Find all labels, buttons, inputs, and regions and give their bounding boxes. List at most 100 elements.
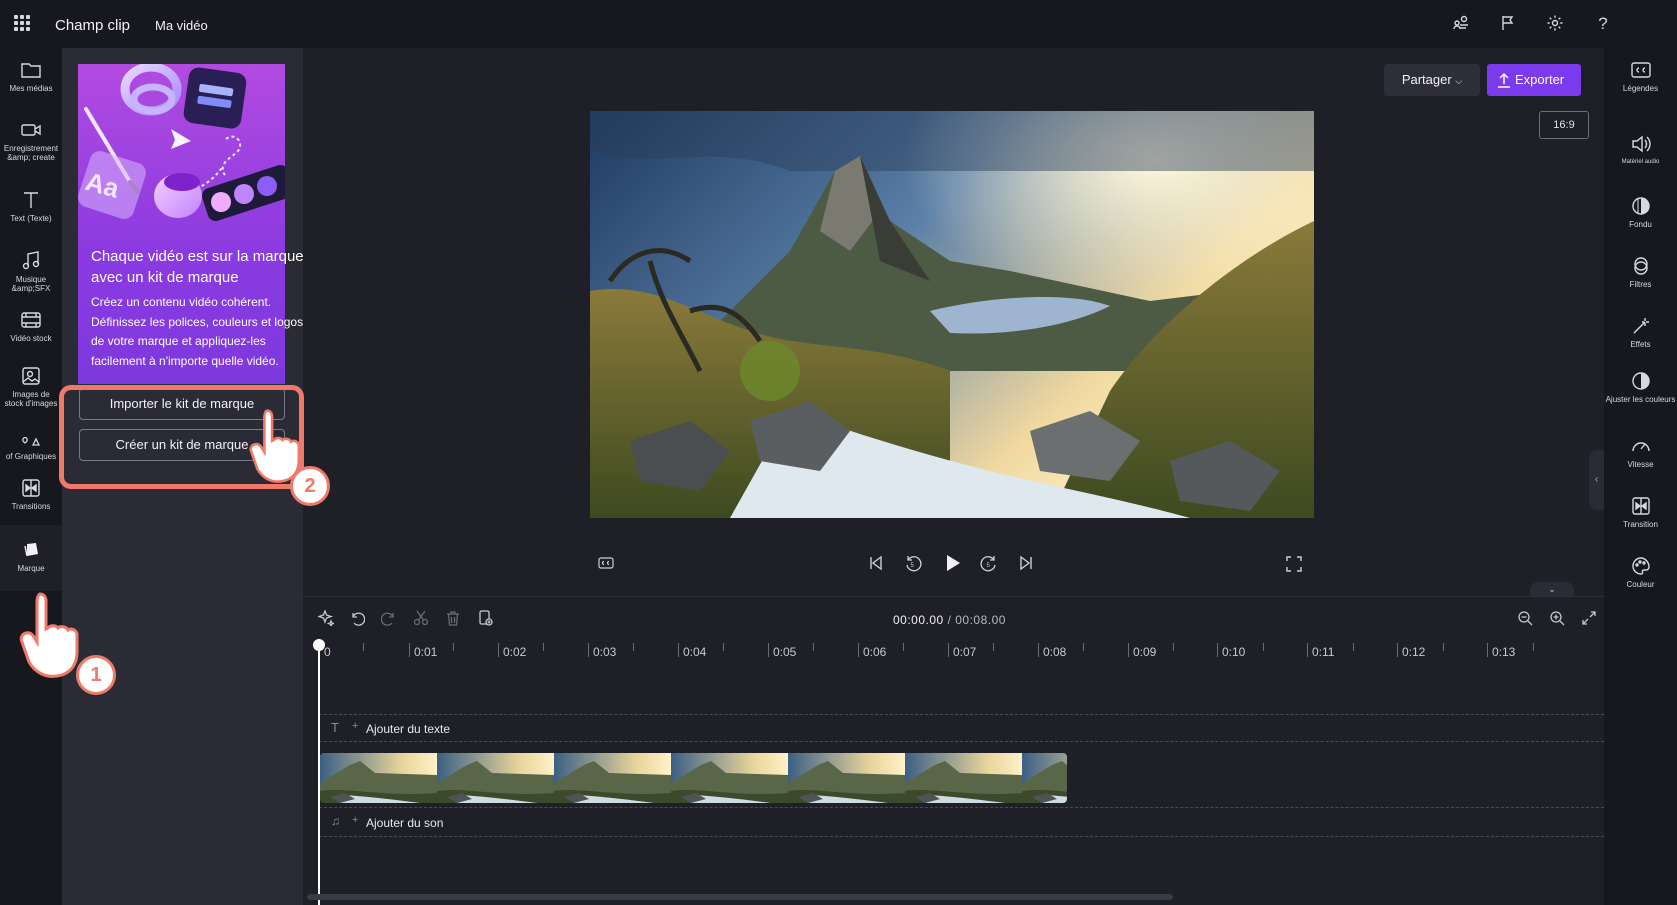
rail-item-transitions[interactable]: Transitions <box>0 478 62 511</box>
rail-item-record[interactable]: Enregistrement &amp; create <box>0 120 62 162</box>
rewind-5-icon[interactable]: 5 <box>904 555 922 578</box>
rail-item-audio[interactable]: Matériel audio <box>1604 134 1677 167</box>
ruler-tick <box>1038 643 1039 657</box>
video-preview <box>590 111 1314 518</box>
ruler-tick <box>1307 643 1308 657</box>
fullscreen-icon[interactable] <box>1286 556 1302 577</box>
ruler-minor-tick <box>453 643 454 651</box>
rail-item-adjust-colors[interactable]: Ajuster les couleurs <box>1604 371 1677 404</box>
flag-icon[interactable] <box>1498 14 1518 34</box>
share-button[interactable]: Partager ⌵ <box>1384 64 1480 96</box>
rail-item-color[interactable]: Couleur <box>1604 556 1677 589</box>
rail-item-graphics[interactable]: of Graphiques <box>0 436 62 461</box>
clip-thumbnails <box>320 753 1067 803</box>
tick-label: 0:08 <box>1043 645 1067 659</box>
people-icon[interactable] <box>1451 14 1471 34</box>
ruler-tick <box>498 643 499 657</box>
timeline: 00:00.00 / 00:08.00 0 0:01 0:02 0:03 0:0… <box>303 596 1604 905</box>
ruler-tick <box>1128 643 1129 657</box>
playhead[interactable] <box>318 639 320 905</box>
aspect-ratio-button[interactable]: 16:9 <box>1539 111 1589 139</box>
ruler-minor-tick <box>1443 643 1444 651</box>
ruler-tick <box>858 643 859 657</box>
rail-item-brand[interactable]: Marque <box>0 525 62 591</box>
fit-timeline-icon[interactable] <box>1580 610 1598 628</box>
rail-item-captions[interactable]: Légendes <box>1604 60 1677 93</box>
play-icon[interactable] <box>942 553 962 578</box>
rail-item-my-media[interactable]: Mes médias <box>0 60 62 93</box>
ruler-tick <box>409 643 410 657</box>
captions-toggle-icon[interactable] <box>598 556 614 574</box>
rail-item-stock-video[interactable]: Vidéo stock <box>0 310 62 343</box>
zoom-out-icon[interactable] <box>1516 610 1534 628</box>
top-bar: Champ clip Ma vidéo ? <box>0 0 1677 48</box>
share-label: Partager <box>1401 72 1452 87</box>
rail-item-effects[interactable]: Effets <box>1604 316 1677 349</box>
captions-icon <box>1630 62 1651 78</box>
rail-label: Marque <box>17 564 45 573</box>
magic-icon[interactable] <box>316 609 336 628</box>
help-icon[interactable]: ? <box>1593 14 1613 34</box>
trash-icon[interactable] <box>444 610 462 628</box>
rail-item-transition[interactable]: Transition <box>1604 496 1677 529</box>
scissors-icon[interactable] <box>412 610 430 628</box>
audio-track[interactable]: ♫ + Ajouter du son <box>319 807 1604 837</box>
timeline-ruler[interactable]: 0 0:01 0:02 0:03 0:04 0:05 0:06 0:07 0:0 <box>303 639 1604 669</box>
collapse-right-panel-tab[interactable]: ‹ <box>1589 450 1604 510</box>
rail-item-fade[interactable]: Fondu <box>1604 196 1677 229</box>
total-time: / 00:08.00 <box>947 613 1006 627</box>
zoom-in-icon[interactable] <box>1548 610 1566 628</box>
folder-icon <box>21 63 41 78</box>
skip-forward-icon[interactable] <box>1018 555 1034 576</box>
rail-label: Transition <box>1623 520 1658 529</box>
playhead-handle[interactable] <box>313 639 325 651</box>
magic-wand-icon <box>1633 318 1649 334</box>
rail-item-filters[interactable]: Filtres <box>1604 256 1677 289</box>
image-icon <box>22 367 40 385</box>
tick-label: 0:07 <box>953 645 977 659</box>
rail-label: Vidéo stock <box>10 334 52 343</box>
ruler-minor-tick <box>723 643 724 651</box>
forward-5-icon[interactable]: 5 <box>980 555 998 578</box>
undo-icon[interactable] <box>348 610 366 628</box>
tick-label: 0:06 <box>863 645 887 659</box>
collapse-preview-tab[interactable]: ⌄ <box>1530 582 1574 596</box>
rail-label: Matériel audio <box>1621 159 1660 165</box>
current-time: 00:00.00 <box>893 613 944 627</box>
brand-icon <box>24 543 38 557</box>
project-title[interactable]: Ma vidéo <box>155 18 208 33</box>
app-launcher-icon[interactable] <box>14 15 30 31</box>
ruler-tick <box>678 643 679 657</box>
duplicate-icon[interactable] <box>476 610 494 628</box>
rail-label: Mes médias <box>9 84 53 93</box>
svg-text:5: 5 <box>911 563 915 569</box>
filters-icon <box>1633 257 1648 275</box>
redo-icon[interactable] <box>380 610 398 628</box>
rail-label: Effets <box>1630 340 1651 349</box>
app-title: Champ clip <box>55 17 131 34</box>
transition-icon <box>22 479 40 497</box>
ruler-tick <box>588 643 589 657</box>
left-rail: Mes médias Enregistrement &amp; create T… <box>0 48 62 905</box>
film-icon <box>21 312 41 328</box>
tick-label: 0:10 <box>1222 645 1246 659</box>
tick-label: 0:09 <box>1133 645 1157 659</box>
video-clip[interactable] <box>320 753 1067 803</box>
gear-icon[interactable] <box>1545 14 1565 34</box>
brand-kit-promo-card: Aa Chaque vidéo est sur la marque avec u… <box>78 64 304 384</box>
rail-item-music[interactable]: Musique &amp;SFX <box>0 251 62 293</box>
rail-item-stock-images[interactable]: Images de stock d'images <box>0 366 62 408</box>
promo-description: Créez un contenu vidéo cohérent. Définis… <box>91 295 304 368</box>
rail-item-text[interactable]: Text (Texte) <box>0 190 62 223</box>
rail-label: Légendes <box>1622 84 1659 93</box>
promo-title: Chaque vidéo est sur la marque avec un k… <box>91 248 304 286</box>
text-track[interactable]: T + Ajouter du texte <box>319 714 1604 742</box>
rail-label: of Graphiques <box>5 452 57 461</box>
timeline-scrollbar[interactable] <box>307 894 1173 900</box>
rail-label: Filtres <box>1629 280 1652 289</box>
right-rail: Légendes Matériel audio Fondu Filtres Ef… <box>1604 48 1677 905</box>
skip-back-icon[interactable] <box>868 555 884 576</box>
export-button[interactable]: Exporter <box>1487 64 1581 96</box>
tick-label: 0:03 <box>593 645 617 659</box>
rail-item-speed[interactable]: Vitesse <box>1604 436 1677 469</box>
